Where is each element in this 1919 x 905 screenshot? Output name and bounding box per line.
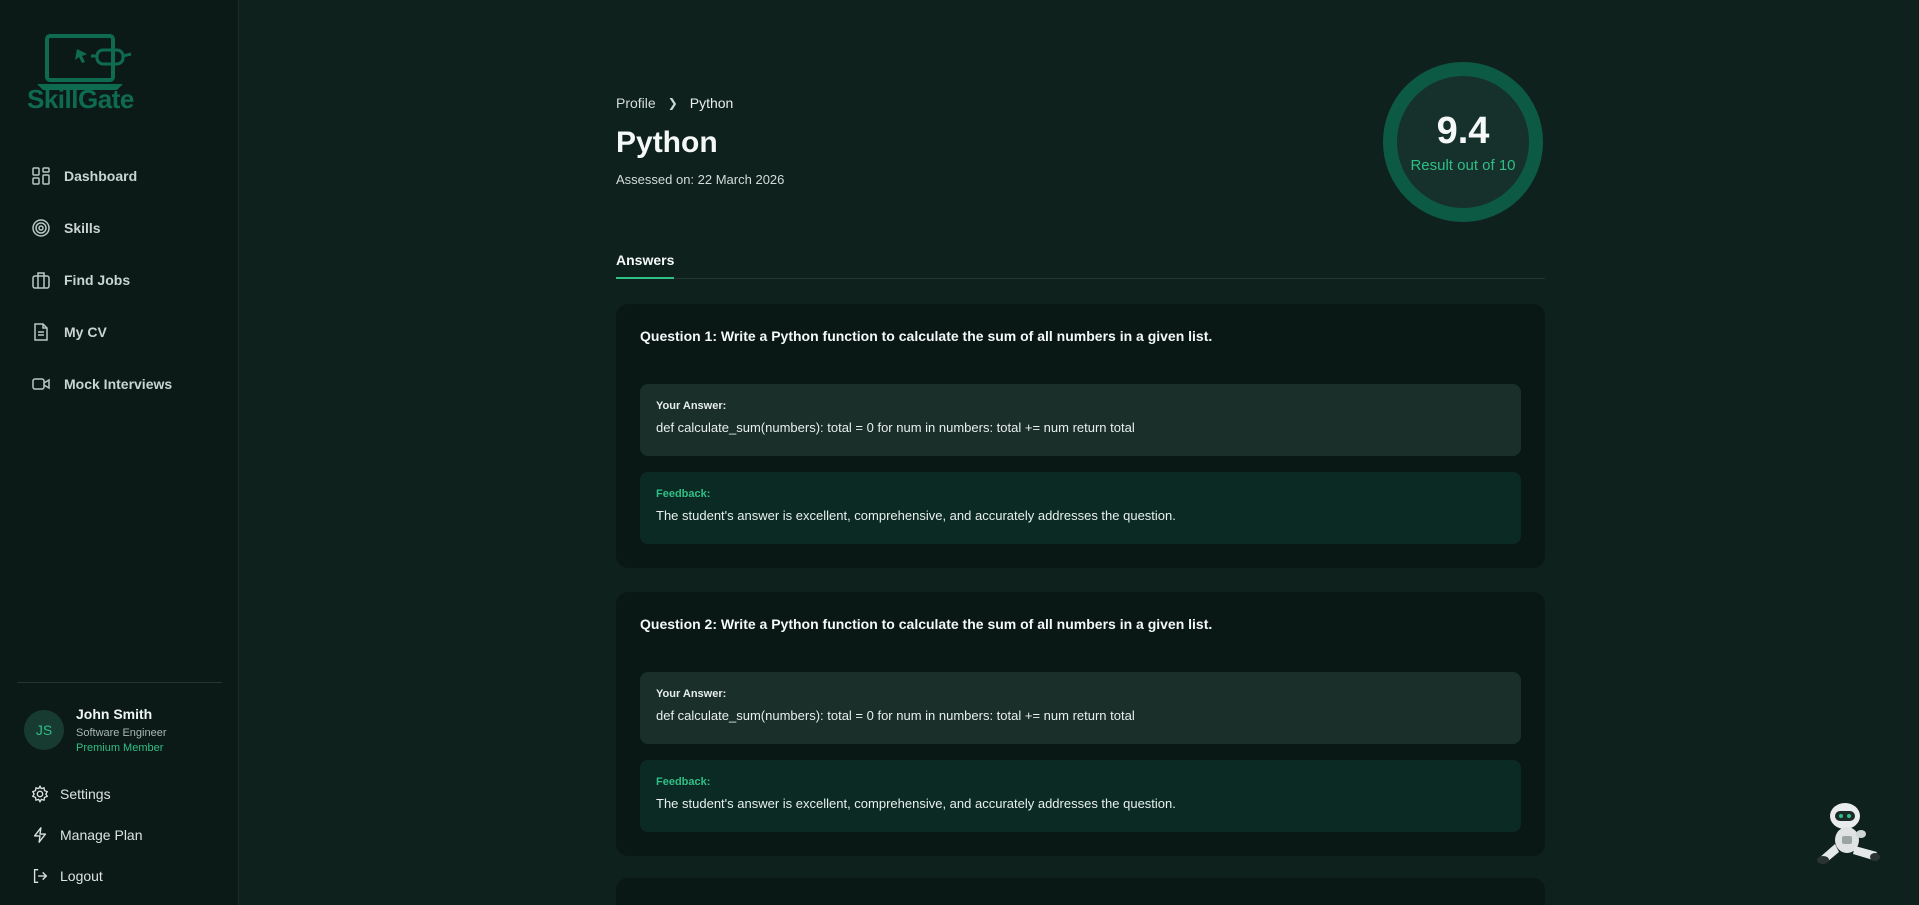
feedback-box: Feedback: The student's answer is excell… <box>640 760 1521 832</box>
sidebar-bottom-nav: Settings Manage Plan Logout <box>0 773 239 896</box>
logout-link[interactable]: Logout <box>0 855 239 896</box>
score-value: 9.4 <box>1436 109 1490 152</box>
gear-icon <box>31 784 49 803</box>
feedback-label: Feedback: <box>656 488 711 500</box>
robot-assistant-icon[interactable] <box>1815 800 1885 868</box>
settings-link[interactable]: Settings <box>0 773 239 814</box>
sidebar-item-label: Find Jobs <box>64 272 131 288</box>
dashboard-icon <box>31 166 51 186</box>
user-role: Software Engineer <box>76 727 167 739</box>
breadcrumb-profile-link[interactable]: Profile <box>616 95 656 111</box>
breadcrumb: Profile ❯ Python <box>616 95 733 111</box>
sidebar-item-label: Mock Interviews <box>64 376 173 392</box>
answer-box: Your Answer: def calculate_sum(numbers):… <box>640 384 1521 456</box>
document-icon <box>31 322 51 342</box>
sidebar-item-my-cv[interactable]: My CV <box>0 306 239 358</box>
sidebar-item-label: Dashboard <box>64 168 138 184</box>
page-title: Python <box>616 126 718 159</box>
answer-label: Your Answer: <box>656 400 727 412</box>
feedback-text: The student's answer is excellent, compr… <box>656 796 1176 811</box>
sidebar-item-dashboard[interactable]: Dashboard <box>0 150 239 202</box>
target-icon <box>31 218 51 238</box>
sidebar-item-label: My CV <box>64 324 107 340</box>
sidebar-item-label: Skills <box>64 220 101 236</box>
tab-bar: Answers <box>616 248 1545 279</box>
sidebar-item-mock-interviews[interactable]: Mock Interviews <box>0 358 239 410</box>
chevron-right-icon: ❯ <box>667 96 678 110</box>
logout-icon <box>31 867 49 885</box>
avatar: JS <box>24 710 64 750</box>
sidebar-divider <box>17 682 222 683</box>
video-icon <box>31 374 51 394</box>
breadcrumb-current: Python <box>689 95 734 111</box>
answer-text: def calculate_sum(numbers): total = 0 fo… <box>656 708 1135 723</box>
settings-label: Settings <box>60 785 111 802</box>
score-label: Result out of 10 <box>1410 156 1516 174</box>
answer-label: Your Answer: <box>656 688 727 700</box>
question-card: Question 2: Write a Python function to c… <box>616 592 1545 856</box>
user-plan-badge: Premium Member <box>76 742 164 754</box>
question-title: Question 2: Write a Python function to c… <box>640 616 1213 632</box>
logout-label: Logout <box>60 867 103 884</box>
answer-text: def calculate_sum(numbers): total = 0 fo… <box>656 420 1135 435</box>
user-name: John Smith <box>76 706 153 722</box>
question-card: Question 1: Write a Python function to c… <box>616 304 1545 568</box>
tab-answers[interactable]: Answers <box>616 248 675 279</box>
feedback-label: Feedback: <box>656 776 711 788</box>
score-ring: 9.4 Result out of 10 <box>1383 62 1543 222</box>
assessed-date: Assessed on: 22 March 2026 <box>616 172 785 187</box>
sidebar: SkillGate Dashboard Skills Find Jobs My … <box>0 0 239 905</box>
answer-box: Your Answer: def calculate_sum(numbers):… <box>640 672 1521 744</box>
sidebar-item-find-jobs[interactable]: Find Jobs <box>0 254 239 306</box>
lightning-icon <box>31 826 49 844</box>
brand-name: SkillGate <box>27 84 134 114</box>
feedback-box: Feedback: The student's answer is excell… <box>640 472 1521 544</box>
question-title: Question 1: Write a Python function to c… <box>640 328 1213 344</box>
sidebar-nav: Dashboard Skills Find Jobs My CV Mock In… <box>0 150 239 410</box>
user-profile[interactable]: JS John Smith Software Engineer Premium … <box>24 706 167 754</box>
feedback-text: The student's answer is excellent, compr… <box>656 508 1176 523</box>
question-card <box>616 878 1545 905</box>
briefcase-icon <box>31 270 51 290</box>
sidebar-item-skills[interactable]: Skills <box>0 202 239 254</box>
score-inner: 9.4 Result out of 10 <box>1397 76 1529 208</box>
manage-plan-label: Manage Plan <box>60 826 143 843</box>
manage-plan-link[interactable]: Manage Plan <box>0 814 239 855</box>
